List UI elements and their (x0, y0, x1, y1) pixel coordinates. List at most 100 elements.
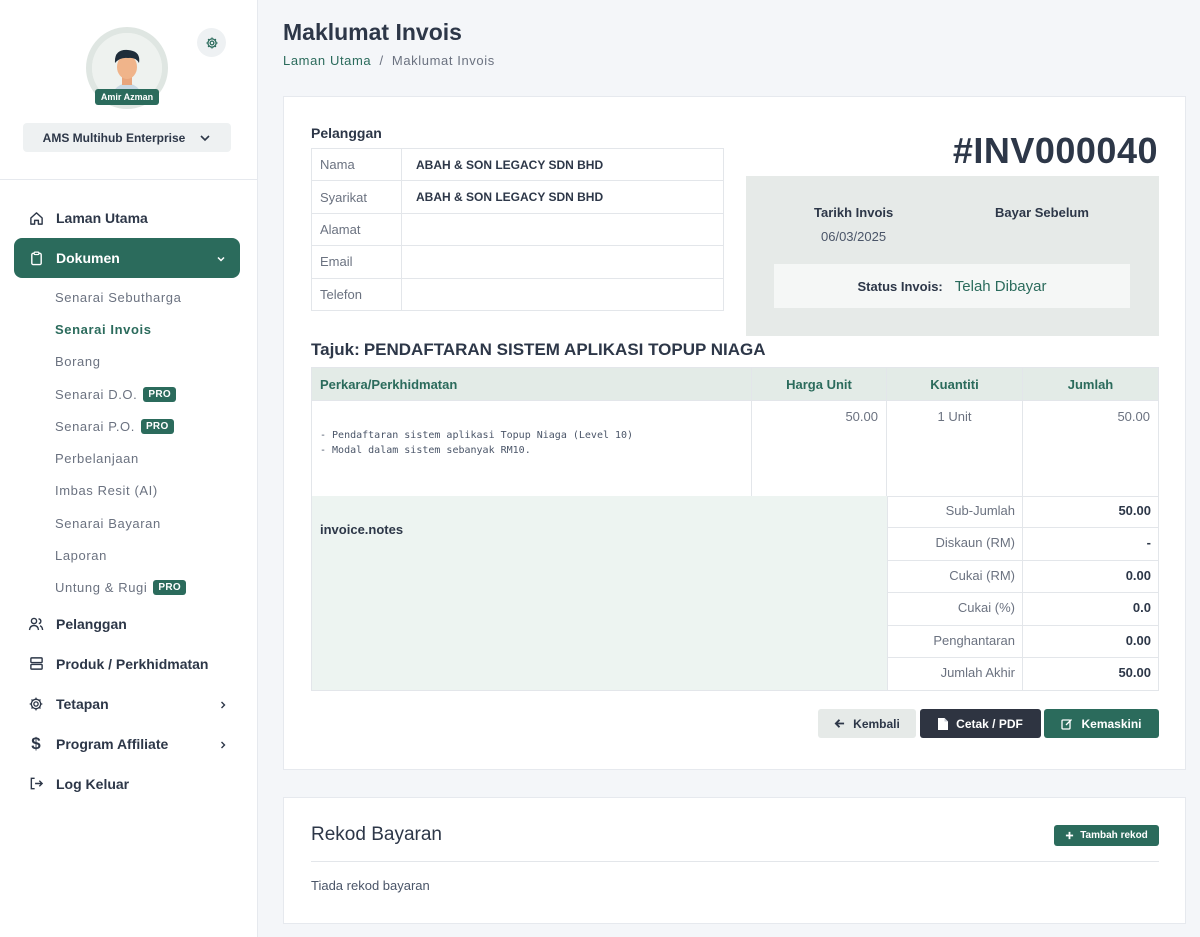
sidebar-item-label: Pelanggan (56, 615, 127, 632)
total-row: Sub-Jumlah 50.00 (887, 496, 1159, 529)
sidebar-item-dokumen[interactable]: Dokumen (14, 238, 240, 278)
sidebar-item-home[interactable]: Laman Utama (0, 198, 258, 238)
customer-field-label: Telefon (311, 277, 402, 311)
logout-icon (28, 776, 44, 792)
sidebar-item-label: Produk / Perkhidmatan (56, 655, 209, 672)
sidebar-subitem-laporan[interactable]: Laporan (0, 539, 258, 571)
sidebar-subitem-bayaran[interactable]: Senarai Bayaran (0, 507, 258, 539)
total-row: Penghantaran 0.00 (887, 625, 1159, 658)
sidebar-item-logout[interactable]: Log Keluar (0, 764, 258, 804)
sidebar: Amir Azman AMS Multihub Enterprise Laman… (0, 0, 258, 937)
total-value: 0.00 (1125, 567, 1151, 583)
invoice-notes: invoice.notes (312, 496, 887, 690)
chevron-down-icon (217, 256, 225, 262)
total-value: 50.00 (1118, 665, 1151, 680)
breadcrumb-separator: / (379, 53, 384, 68)
dollar-icon: $ (31, 733, 41, 753)
total-label: Penghantaran (887, 625, 1023, 657)
sidebar-item-pelanggan[interactable]: Pelanggan (0, 604, 258, 644)
sidebar-item-affiliate[interactable]: $ Program Affiliate (0, 724, 258, 764)
total-value: 50.00 (1118, 503, 1151, 518)
table-row: Telefon (311, 277, 724, 311)
sidebar-item-label: Log Keluar (56, 775, 130, 792)
back-button-label: Kembali (853, 716, 900, 731)
due-date-label: Bayar Sebelum (995, 205, 1089, 220)
customer-field-value (401, 212, 724, 247)
invoice-meta-box (746, 176, 1159, 336)
gear-icon (205, 36, 218, 49)
company-select-label: AMS Multihub Enterprise (42, 130, 186, 145)
sidebar-item-tetapan[interactable]: Tetapan (0, 684, 258, 724)
sidebar-subitem-borang[interactable]: Borang (0, 346, 258, 378)
item-description: - Pendaftaran sistem aplikasi Topup Niag… (311, 400, 752, 497)
table-row: Email (311, 245, 724, 279)
column-header: Perkara/Perkhidmatan (311, 367, 752, 401)
item-total: 50.00 (1022, 400, 1159, 497)
customer-field-value (401, 277, 724, 311)
invoice-status-box: Status Invois: Telah Dibayar (774, 264, 1130, 308)
item-description-line: - Pendaftaran sistem aplikasi Topup Niag… (320, 430, 634, 441)
divider (311, 861, 1159, 862)
sidebar-item-label: Tetapan (56, 695, 109, 712)
invoice-date-value: 06/03/2025 (821, 229, 887, 244)
subject-label: Tajuk: (311, 340, 360, 359)
items-table: Perkara/Perkhidmatan Harga Unit Kuantiti… (311, 367, 1159, 497)
invoice-subject: Tajuk: PENDAFTARAN SISTEM APLIKASI TOPUP … (311, 340, 766, 360)
home-icon (28, 210, 44, 226)
table-header-row: Perkara/Perkhidmatan Harga Unit Kuantiti… (311, 367, 1159, 401)
sidebar-subitem-untung-rugi[interactable]: Untung & Rugi PRO (0, 572, 258, 604)
item-quantity: 1 Unit (886, 400, 1023, 497)
sidebar-subitem-do[interactable]: Senarai D.O. PRO (0, 378, 258, 410)
server-icon (28, 656, 44, 672)
company-select[interactable]: AMS Multihub Enterprise (23, 123, 231, 152)
table-row: Syarikat ABAH & SON LEGACY SDN BHD (311, 180, 724, 214)
add-record-label: Tambah rekod (1080, 830, 1148, 841)
sidebar-subitem-sebutharga[interactable]: Senarai Sebutharga (0, 281, 258, 313)
customer-table: Nama ABAH & SON LEGACY SDN BHD Syarikat AB… (311, 147, 724, 311)
column-header: Harga Unit (751, 367, 887, 401)
plus-icon (1066, 831, 1074, 840)
total-value: 0.0 (1132, 600, 1151, 616)
clipboard-icon (28, 250, 44, 266)
pro-badge: PRO (140, 418, 174, 434)
item-unit-price: 50.00 (751, 400, 887, 497)
payment-records-title: Rekod Bayaran (311, 824, 442, 845)
column-header: Kuantiti (886, 367, 1023, 401)
customer-field-label: Nama (311, 147, 402, 182)
customer-field-value: ABAH & SON LEGACY SDN BHD (401, 147, 724, 182)
customer-field-label: Alamat (311, 212, 402, 247)
customer-field-label: Email (311, 245, 402, 279)
invoice-number: #INV000040 (952, 130, 1158, 171)
profile-settings-button[interactable] (197, 28, 226, 57)
chevron-right-icon (221, 701, 226, 709)
edit-button[interactable]: Kemaskini (1044, 709, 1159, 738)
total-row: Diskaun (RM) - (887, 528, 1159, 561)
payment-records-empty: Tiada rekod bayaran (311, 878, 430, 893)
page-title: Maklumat Invois (283, 19, 462, 45)
total-value: 0.00 (1125, 632, 1151, 648)
back-button[interactable]: Kembali (818, 709, 916, 738)
chevron-right-icon (221, 741, 226, 749)
sidebar-subitem-po[interactable]: Senarai P.O. PRO (0, 410, 258, 442)
customer-section-label: Pelanggan (311, 125, 382, 141)
customer-field-value: ABAH & SON LEGACY SDN BHD (401, 180, 724, 214)
sidebar-item-produk[interactable]: Produk / Perkhidmatan (0, 644, 258, 684)
breadcrumb-home-link[interactable]: Laman Utama (283, 53, 371, 68)
print-pdf-button[interactable]: Cetak / PDF (920, 709, 1041, 738)
sidebar-subitem-invois[interactable]: Senarai Invois (0, 313, 258, 345)
edit-icon (1061, 718, 1073, 730)
add-record-button[interactable]: Tambah rekod (1054, 825, 1159, 846)
status-badge: Telah Dibayar (954, 277, 1047, 295)
total-row: Cukai (%) 0.0 (887, 593, 1159, 626)
total-label: Diskaun (RM) (887, 528, 1023, 560)
arrow-left-icon (834, 719, 845, 728)
sidebar-subitem-imbas-resit[interactable]: Imbas Resit (AI) (0, 475, 258, 507)
table-row: Nama ABAH & SON LEGACY SDN BHD (311, 147, 724, 182)
table-row: - Pendaftaran sistem aplikasi Topup Niag… (311, 400, 1159, 497)
invoice-notes-text: invoice.notes (320, 522, 404, 537)
sidebar-item-label: Dokumen (56, 250, 120, 266)
customer-field-label: Syarikat (311, 180, 402, 214)
edit-button-label: Kemaskini (1081, 716, 1142, 731)
sidebar-subitem-perbelanjaan[interactable]: Perbelanjaan (0, 442, 258, 474)
status-label: Status Invois: (857, 278, 943, 294)
